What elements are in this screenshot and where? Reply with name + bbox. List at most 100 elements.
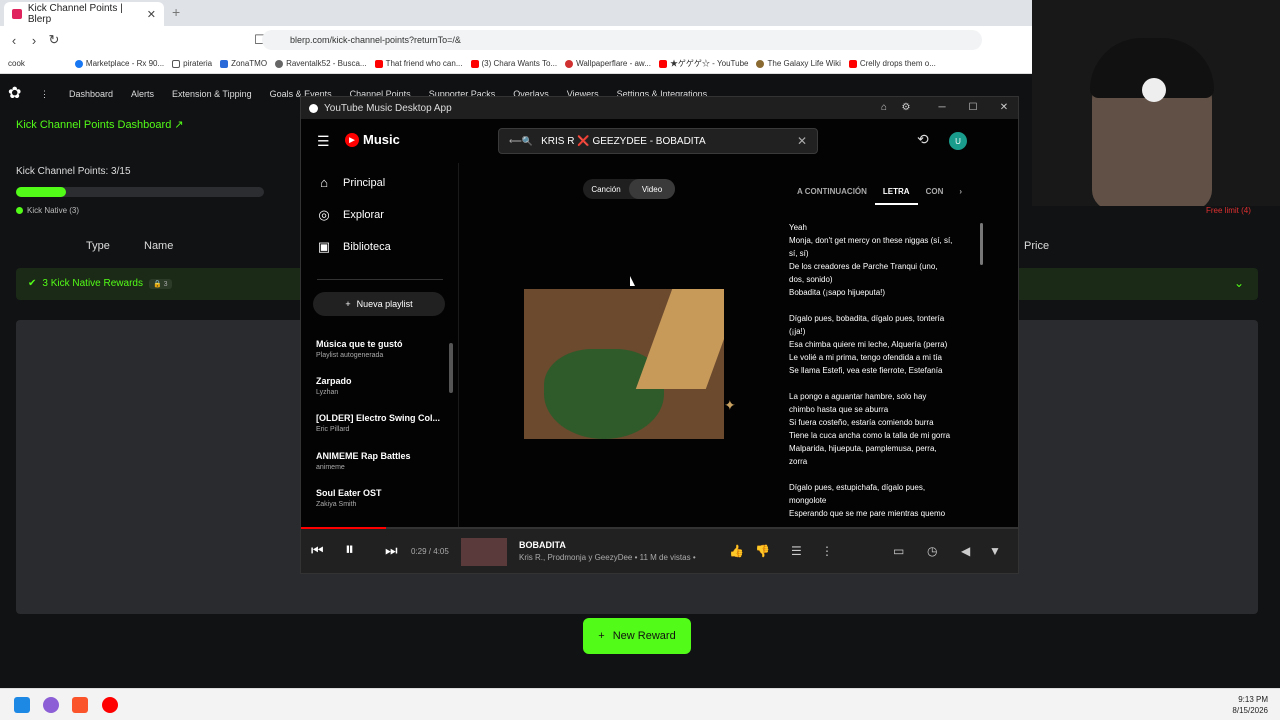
bookmark-item[interactable]: cook [8, 59, 25, 68]
expand-player-icon[interactable]: ▼ [989, 544, 1001, 558]
nav-dashboard[interactable]: Dashboard [69, 89, 113, 99]
system-clock[interactable]: 9:13 PM 8/15/2026 [1232, 694, 1268, 716]
bookmark-item[interactable]: Raventalk52 - Busca... [275, 59, 367, 68]
queue-icon[interactable]: ☰ [791, 544, 802, 558]
lyrics-text: Yeah Monja, don't get mercy on these nigg… [789, 221, 989, 521]
address-row: ‹ › ↻ ☐ blerp.com/kick-channel-points?re… [0, 26, 1032, 54]
playlist-title: Soul Eater OST [316, 488, 382, 498]
player-bar: ⏮ ⏸ ⏭ 0:29 / 4:05 BOBADITA Kris R., Prod… [301, 527, 1018, 573]
clear-search-icon[interactable]: ✕ [797, 134, 807, 148]
track-title[interactable]: BOBADITA [519, 540, 566, 550]
bookmark-label: cook [8, 59, 25, 68]
bookmark-item[interactable]: (3) Chara Wants To... [470, 59, 557, 68]
video-player[interactable] [524, 289, 724, 439]
nav-principal[interactable]: ⌂ Principal [317, 175, 385, 190]
tab-lyrics[interactable]: LETRA [874, 183, 918, 205]
playback-progress[interactable] [301, 527, 386, 529]
playlist-item[interactable]: Música que te gustó Playlist autogenerada [316, 339, 441, 359]
playlist-title: Música que te gustó [316, 339, 403, 349]
kick-native-label: Kick Native (3) [27, 206, 80, 215]
close-tab-icon[interactable]: ✕ [147, 8, 156, 21]
track-thumbnail[interactable] [461, 538, 507, 566]
forward-icon[interactable]: › [24, 33, 44, 48]
playlist-title: [OLDER] Electro Swing Col... [316, 413, 441, 423]
toggle-video[interactable]: Video [629, 179, 675, 199]
chevron-right-icon[interactable]: › [951, 183, 970, 205]
youtube-icon [848, 59, 857, 68]
new-reward-button[interactable]: + New Reward [583, 618, 691, 654]
hamburger-menu-icon[interactable]: ☰ [317, 133, 330, 150]
previous-icon[interactable]: ⏮ [311, 542, 324, 559]
column-type[interactable]: Type [86, 240, 110, 252]
avatar[interactable]: U [949, 132, 967, 150]
bookmark-item[interactable]: ZonaTMO [220, 59, 267, 68]
new-tab-icon[interactable]: + [172, 4, 180, 20]
youtube-music-icon[interactable] [102, 697, 118, 713]
dashboard-link[interactable]: Kick Channel Points Dashboard ↗ [16, 118, 184, 131]
windows-start-icon[interactable] [14, 697, 30, 713]
dashboard-link-label: Kick Channel Points Dashboard [16, 119, 172, 131]
bookmark-item[interactable]: That friend who can... [374, 59, 463, 68]
nav-explorar[interactable]: ◎ Explorar [317, 207, 384, 223]
bookmark-item[interactable]: Crelly drops them o... [848, 59, 936, 68]
volume-icon[interactable]: ◀ [961, 544, 970, 558]
back-icon[interactable]: ‹ [4, 33, 24, 48]
progress-fill [16, 187, 66, 197]
sidebar-scrollbar[interactable] [449, 343, 453, 393]
pause-icon[interactable]: ⏸ [345, 539, 354, 560]
app-icon[interactable] [43, 697, 59, 713]
lyrics-stanza: La pongo a aguantar hambre, solo hay chim… [789, 390, 989, 468]
bookmark-label: Wallpaperflare - aw... [576, 59, 651, 68]
sleep-timer-icon[interactable]: ◷ [927, 544, 937, 558]
menu-dots-icon[interactable]: ⋮ [40, 89, 49, 100]
bookmark-item[interactable]: Wallpaperflare - aw... [565, 59, 651, 68]
reload-icon[interactable]: ↻ [44, 32, 64, 48]
tab-related[interactable]: CON [918, 183, 952, 205]
playlist-item[interactable]: [OLDER] Electro Swing Col... Eric Pillard [316, 413, 441, 433]
playlist-item[interactable]: Zarpado Lyzhan [316, 376, 441, 396]
bookmark-item[interactable]: pirateria [172, 59, 212, 68]
tab-up-next[interactable]: A CONTINUACIÓN [789, 183, 875, 205]
brave-icon[interactable] [72, 697, 88, 713]
ytm-logo[interactable]: ▶ Music [345, 132, 400, 147]
playlist-item[interactable]: ANIMEME Rap Battles animeme [316, 451, 441, 471]
nav-biblioteca[interactable]: ▣ Biblioteca [317, 239, 391, 255]
column-name[interactable]: Name [144, 240, 173, 252]
history-icon[interactable]: ⟲ [917, 131, 929, 148]
toggle-song[interactable]: Canción [583, 179, 629, 199]
captions-icon[interactable]: ▭ [893, 544, 904, 558]
chevron-down-icon[interactable]: ⌄ [1234, 276, 1244, 290]
search-input[interactable]: ⟵🔍 KRIS R ❌ GEEZYDEE - BOBADITA ✕ [498, 128, 818, 154]
lyrics-line: dos, sonido) [789, 275, 833, 284]
lyrics-line: Monja, don't get mercy on these niggas (… [789, 236, 953, 245]
new-playlist-button[interactable]: + Nueva playlist [313, 292, 445, 316]
next-icon[interactable]: ⏭ [385, 542, 398, 559]
minimize-icon[interactable]: ─ [927, 97, 957, 119]
blerp-logo-icon[interactable]: ✿ [8, 85, 26, 103]
dislike-icon[interactable]: 👎 [755, 544, 770, 558]
like-icon[interactable]: 👍 [729, 544, 744, 558]
lyrics-line: zorra [789, 457, 808, 466]
bookmark-item[interactable]: ★ゲゲゲ☆ - YouTube [658, 58, 748, 69]
lyrics-scrollbar[interactable] [980, 223, 983, 265]
more-options-icon[interactable]: ⋮ [821, 544, 833, 558]
channel-points-count: Kick Channel Points: 3/15 [16, 166, 131, 177]
new-playlist-label: Nueva playlist [356, 299, 413, 309]
nav-alerts[interactable]: Alerts [131, 89, 154, 99]
maximize-icon[interactable]: ☐ [958, 97, 988, 119]
bookmark-item[interactable]: The Galaxy Life Wiki [756, 59, 841, 68]
column-price[interactable]: Price [1024, 240, 1049, 252]
url-bar[interactable]: blerp.com/kick-channel-points?returnTo=/… [262, 30, 982, 50]
track-artists[interactable]: Kris R., Prodmonja y GeezyDee • 11 M de … [519, 553, 696, 562]
library-icon: ▣ [317, 239, 331, 254]
playlist-subtitle: animeme [316, 464, 345, 471]
settings-gear-icon[interactable]: ⚙ [891, 97, 921, 119]
bookmark-item[interactable]: Marketplace - Rx 90... [74, 59, 164, 68]
search-icon: ⟵🔍 [509, 135, 534, 146]
close-window-icon[interactable]: ✕ [989, 97, 1019, 119]
browser-tab[interactable]: Kick Channel Points | Blerp ✕ [4, 2, 164, 26]
lock-count: 3 [163, 280, 168, 288]
nav-label: Principal [343, 176, 386, 189]
nav-extension[interactable]: Extension & Tipping [172, 89, 252, 99]
playlist-item[interactable]: Soul Eater OST Zakiya Smith [316, 488, 441, 508]
